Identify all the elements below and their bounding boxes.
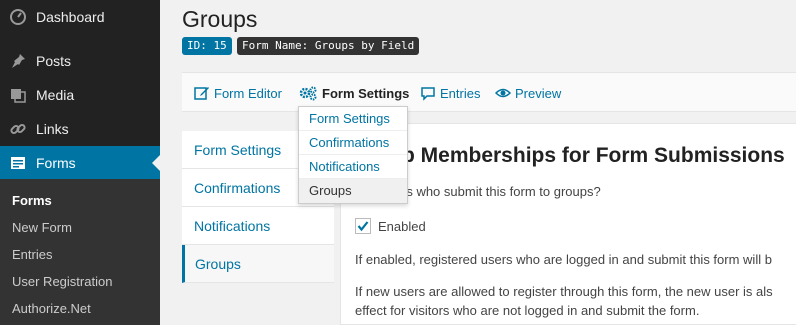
dropdown-item-confirmations[interactable]: Confirmations bbox=[299, 131, 407, 155]
enabled-label: Enabled bbox=[378, 219, 426, 234]
menu-item-forms[interactable]: Forms bbox=[0, 146, 160, 180]
menu-item-label: Media bbox=[36, 87, 75, 103]
gears-icon bbox=[298, 85, 318, 101]
description-new-users-line2: effect for visitors who are not logged i… bbox=[355, 303, 700, 318]
settings-content: p Memberships for Form Submissions rs wh… bbox=[340, 123, 796, 325]
menu-item-label: Dashboard bbox=[36, 9, 105, 25]
form-id-badge: ID: 15 bbox=[182, 37, 232, 55]
menu-item-links[interactable]: Links bbox=[0, 112, 160, 146]
form-settings-label: Form Settings bbox=[322, 85, 410, 101]
forms-icon bbox=[8, 153, 28, 173]
checkmark-icon bbox=[357, 221, 369, 232]
preview-link[interactable]: Preview bbox=[495, 73, 561, 113]
submenu-item-authorize-net[interactable]: Authorize.Net bbox=[12, 301, 91, 316]
dropdown-item-form-settings[interactable]: Form Settings bbox=[299, 107, 407, 131]
form-toolbar: Form Editor Form Settings Entries Previe… bbox=[182, 72, 796, 112]
dashboard-icon bbox=[8, 7, 28, 27]
tab-groups[interactable]: Groups bbox=[182, 245, 334, 283]
menu-item-posts[interactable]: Posts bbox=[0, 44, 160, 78]
link-icon bbox=[8, 119, 28, 139]
menu-item-media[interactable]: Media bbox=[0, 78, 160, 112]
comment-icon bbox=[420, 85, 436, 101]
eye-icon bbox=[495, 85, 511, 101]
tab-notifications[interactable]: Notifications bbox=[182, 207, 334, 245]
form-editor-link[interactable]: Form Editor bbox=[194, 73, 282, 113]
submenu-item-entries[interactable]: Entries bbox=[12, 247, 52, 262]
submenu-item-user-registration[interactable]: User Registration bbox=[12, 274, 112, 289]
entries-label: Entries bbox=[440, 85, 481, 101]
menu-item-label: Posts bbox=[36, 53, 72, 69]
form-name-badge: Form Name: Groups by Field bbox=[237, 37, 420, 55]
section-title: p Memberships for Form Submissions bbox=[402, 144, 785, 167]
description-enabled: If enabled, registered users who are log… bbox=[355, 252, 772, 267]
menu-item-label: Links bbox=[36, 121, 69, 137]
form-settings-dropdown: Form Settings Confirmations Notification… bbox=[298, 106, 408, 204]
section-question: rs who submit this form to groups? bbox=[402, 184, 601, 199]
edit-icon bbox=[194, 85, 210, 101]
dropdown-item-notifications[interactable]: Notifications bbox=[299, 155, 407, 179]
description-new-users-line1: If new users are allowed to register thr… bbox=[355, 284, 773, 299]
menu-item-label: Forms bbox=[36, 155, 76, 171]
preview-label: Preview bbox=[515, 85, 562, 101]
submenu-item-new-form[interactable]: New Form bbox=[12, 220, 72, 235]
dropdown-item-groups[interactable]: Groups bbox=[299, 179, 407, 203]
admin-sidebar: Dashboard Posts Media Links Forms Forms … bbox=[0, 0, 160, 325]
enabled-checkbox[interactable] bbox=[355, 218, 371, 234]
submenu-item-forms[interactable]: Forms bbox=[12, 193, 52, 208]
media-icon bbox=[8, 85, 28, 105]
form-editor-label: Form Editor bbox=[214, 85, 282, 101]
pin-icon bbox=[8, 51, 28, 71]
menu-item-dashboard[interactable]: Dashboard bbox=[0, 0, 160, 34]
page-title: Groups bbox=[182, 6, 258, 32]
entries-link[interactable]: Entries bbox=[420, 73, 480, 113]
forms-submenu: Forms New Form Entries User Registration… bbox=[0, 179, 160, 325]
